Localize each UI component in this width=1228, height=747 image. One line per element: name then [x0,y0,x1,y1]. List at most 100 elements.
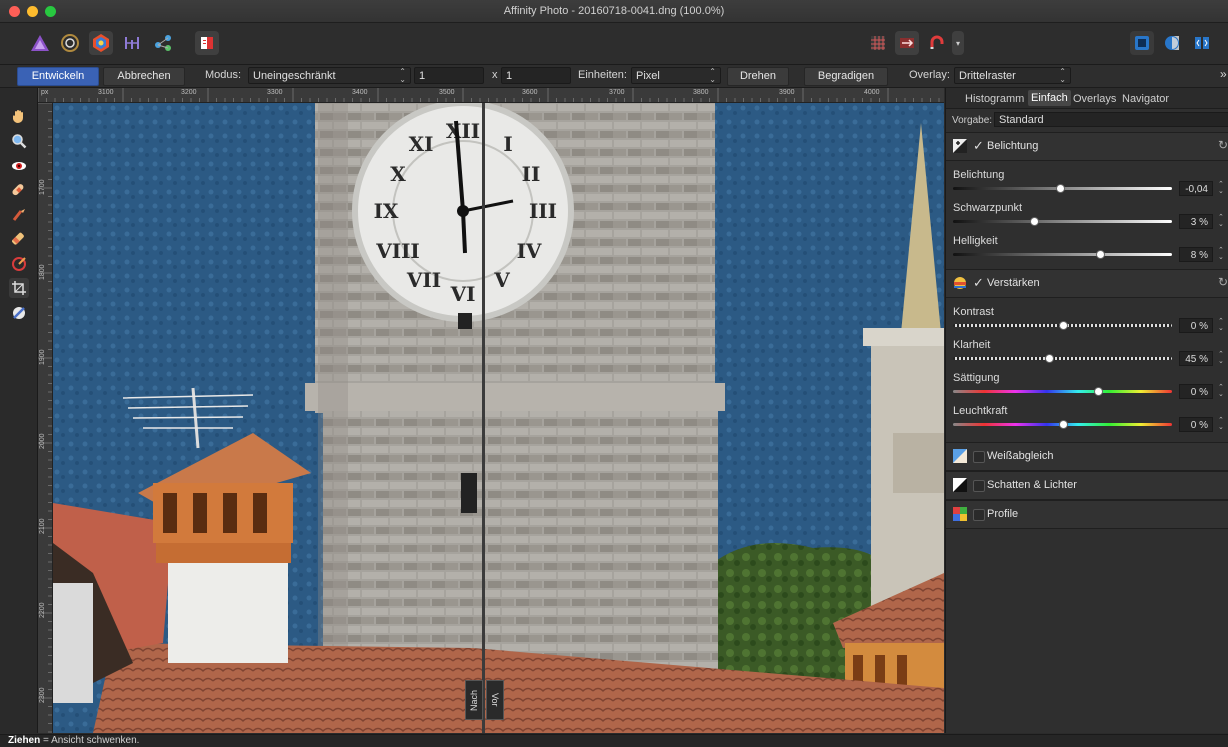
section-white-balance[interactable]: Weißabgleich [946,442,1228,471]
slider-value-field[interactable]: -0,04 [1179,181,1213,196]
ruler-label: 2300 [39,687,46,703]
units-select[interactable]: Pixel ⌃ ⌄ [631,67,721,84]
ratio-a-input[interactable]: 1 [414,67,484,84]
svg-text:III: III [529,199,557,223]
rotate-button[interactable]: Drehen [727,67,789,86]
exposure-check[interactable]: ✓ [973,138,984,154]
units-label: Einheiten: [578,69,627,81]
svg-text:V: V [493,268,510,292]
split-view-icon[interactable] [895,31,919,55]
reset-icon[interactable]: ↻ [1218,138,1228,152]
overlay-erase-tool-icon[interactable] [9,229,29,249]
slider-value-field[interactable]: 0 % [1179,384,1213,399]
slider-knob[interactable] [1058,321,1068,330]
section-exposure[interactable]: ✓ Belichtung ↻ [946,132,1228,161]
svg-text:IV: IV [517,239,542,263]
status-hint-bold: Ziehen [8,735,41,746]
brush-tool-icon[interactable] [9,205,29,225]
horizontal-ruler: px 3100 3200 3300 3400 3500 3600 3700 38… [38,88,944,103]
slider-track[interactable] [953,354,1172,363]
magnet-icon[interactable] [925,31,949,55]
photo-canvas[interactable]: XII I II III IV V VI VII VIII IX X XI Na… [53,103,944,733]
slider-track[interactable] [953,250,1172,259]
slider-track[interactable] [953,184,1172,193]
mode-value: Uneingeschränkt [253,70,336,82]
mode-select[interactable]: Uneingeschränkt ⌃ ⌄ [248,67,411,84]
crop-tool-icon[interactable] [9,278,29,298]
develop-persona-icon[interactable] [89,31,113,55]
photo-image: XII I II III IV V VI VII VIII IX X XI [53,103,944,733]
section-profiles[interactable]: Profile [946,500,1228,529]
hand-tool-icon[interactable] [9,106,29,126]
slider-value-field[interactable]: 0 % [1179,417,1213,432]
gradient-tool-icon[interactable] [9,254,29,274]
assistant-icon[interactable] [195,31,219,55]
tab-histogram[interactable]: Histogramm [965,93,1024,105]
slider-knob[interactable] [1030,217,1040,226]
slider-value-field[interactable]: 0 % [1179,318,1213,333]
collapse-toolbar-icon[interactable]: » [1220,67,1227,81]
show-original-icon[interactable] [1130,31,1154,55]
slider-track[interactable] [953,387,1172,396]
split-compare-icon[interactable] [1160,31,1184,55]
reset-icon[interactable]: ↻ [1218,275,1228,289]
tab-navigator[interactable]: Navigator [1122,93,1169,105]
svg-text:VII: VII [406,268,441,292]
photo-persona-icon[interactable] [28,31,52,55]
slider-knob[interactable] [1093,387,1103,396]
slider-value-field[interactable]: 8 % [1179,247,1213,262]
white-balance-picker-icon[interactable] [9,303,29,323]
vertical-ruler: 1700 1800 1900 2000 2100 2200 2300 [38,103,53,733]
status-hint-text: = Ansicht schwenken. [43,735,140,746]
chevron-down-icon[interactable]: ▾ [952,31,964,55]
stepper-icon[interactable]: ⌃ ⌄ [1218,417,1226,431]
slider-value-field[interactable]: 45 % [1179,351,1213,366]
slider-knob[interactable] [1058,420,1068,429]
blemish-tool-icon[interactable] [9,180,29,200]
export-persona-icon[interactable] [151,31,175,55]
straighten-button[interactable]: Begradigen [804,67,888,86]
section-shadows-highlights[interactable]: Schatten & Lichter [946,471,1228,500]
horizontal-ruler-ticks [38,88,940,102]
slider-knob[interactable] [1095,250,1105,259]
svg-text:XII: XII [446,119,480,143]
shadows-highlights-checkbox[interactable] [973,480,985,492]
liquify-persona-icon[interactable] [58,31,82,55]
ruler-label: 2200 [39,602,46,618]
enhance-check[interactable]: ✓ [973,275,984,291]
develop-button[interactable]: Entwickeln [17,67,99,86]
ruler-label: 4000 [864,89,880,96]
stepper-icon[interactable]: ⌃ ⌄ [1218,181,1226,195]
red-eye-tool-icon[interactable] [9,156,29,176]
tab-basic[interactable]: Einfach [1028,90,1071,106]
stepper-icon[interactable]: ⌃ ⌄ [1218,351,1226,365]
slider-label: Belichtung [953,169,1005,181]
slider-track[interactable] [953,420,1172,429]
grid-icon[interactable] [866,31,890,55]
slider-value-field[interactable]: 3 % [1179,214,1213,229]
slider-track[interactable] [953,321,1172,330]
stepper-icon[interactable]: ⌃ ⌄ [1218,247,1226,261]
white-balance-icon [953,449,967,463]
cancel-button[interactable]: Abbrechen [103,67,185,86]
slider-track[interactable] [953,217,1172,226]
svg-text:VIII: VIII [375,239,420,263]
overlay-value: Drittelraster [959,70,1016,82]
ratio-b-input[interactable]: 1 [501,67,571,84]
section-enhance[interactable]: ✓ Verstärken ↻ [946,269,1228,298]
slider-knob[interactable] [1045,354,1055,363]
zoom-tool-icon[interactable] [9,131,29,151]
svg-text:X: X [390,162,406,186]
white-balance-checkbox[interactable] [973,451,985,463]
preset-select[interactable]: Standard [994,112,1228,127]
profiles-checkbox[interactable] [973,509,985,521]
slider-knob[interactable] [1056,184,1066,193]
mirror-compare-icon[interactable] [1190,31,1214,55]
stepper-icon[interactable]: ⌃ ⌄ [1218,318,1226,332]
exposure-title: Belichtung [987,140,1039,152]
tone-mapping-persona-icon[interactable] [120,31,144,55]
stepper-icon[interactable]: ⌃ ⌄ [1218,384,1226,398]
overlay-select[interactable]: Drittelraster ⌃ ⌄ [954,67,1071,84]
tab-overlays[interactable]: Overlays [1073,93,1116,105]
stepper-icon[interactable]: ⌃ ⌄ [1218,214,1226,228]
